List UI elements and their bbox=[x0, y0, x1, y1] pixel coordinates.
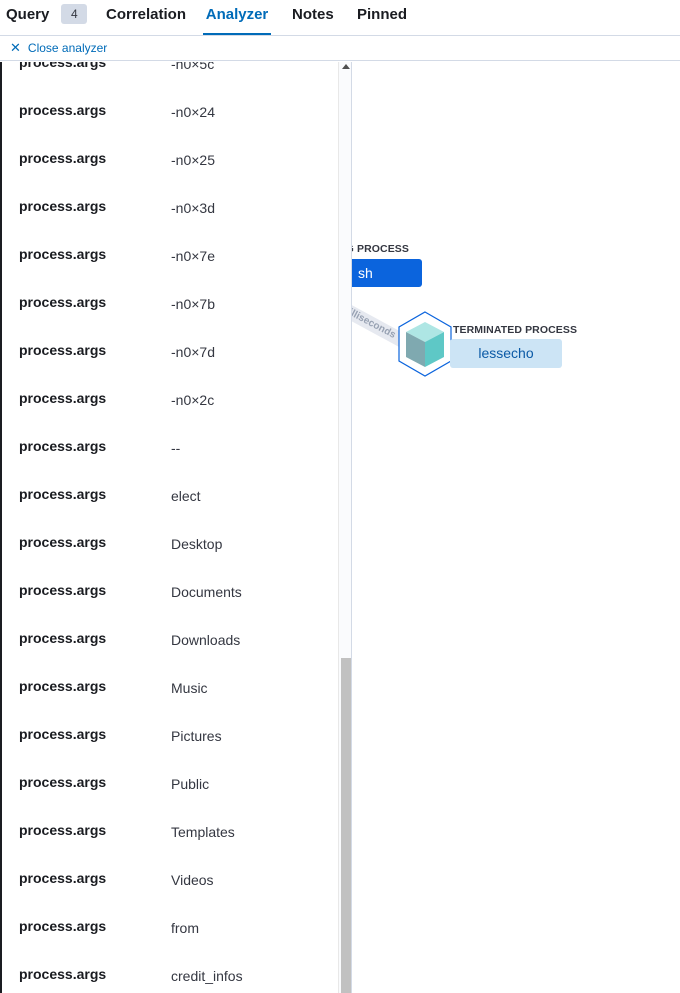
field-name: process.args bbox=[19, 630, 107, 646]
field-name: process.args bbox=[19, 678, 107, 694]
list-item: process.args Public bbox=[2, 774, 337, 822]
field-name: process.args bbox=[19, 582, 107, 598]
field-name: process.args bbox=[19, 918, 107, 934]
tab-correlation[interactable]: Correlation bbox=[106, 0, 186, 35]
field-value: Desktop bbox=[171, 536, 223, 552]
panel-scrollbar[interactable] bbox=[338, 62, 351, 993]
field-name: process.args bbox=[19, 870, 107, 886]
event-details-panel: process.args -n0×5c process.args -n0×24 proc… bbox=[2, 62, 352, 993]
list-item: process.args Videos bbox=[2, 870, 337, 918]
list-item: process.args Downloads bbox=[2, 630, 337, 678]
field-name: process.args bbox=[19, 294, 107, 310]
list-item: process.args -n0×2c bbox=[2, 390, 337, 438]
field-value: Templates bbox=[171, 824, 235, 840]
field-value: Music bbox=[171, 680, 208, 696]
field-name: process.args bbox=[19, 966, 107, 982]
field-name: process.args bbox=[19, 726, 107, 742]
field-value: -n0×7b bbox=[171, 296, 215, 312]
field-value: Documents bbox=[171, 584, 242, 600]
field-name: process.args bbox=[19, 390, 107, 406]
field-value: from bbox=[171, 920, 199, 936]
field-name: process.args bbox=[19, 438, 107, 454]
terminated-process-node-icon[interactable] bbox=[398, 311, 452, 377]
field-value: -n0×7e bbox=[171, 248, 215, 264]
list-item: process.args Templates bbox=[2, 822, 337, 870]
field-value: -- bbox=[171, 440, 181, 456]
list-item: process.args -n0×5c bbox=[2, 62, 337, 102]
list-item: process.args elect bbox=[2, 486, 337, 534]
list-item: process.args -n0×7b bbox=[2, 294, 337, 342]
field-name: process.args bbox=[19, 342, 107, 358]
list-item: process.args from bbox=[2, 918, 337, 966]
process-edge: illiseconds bbox=[342, 302, 452, 377]
edge-duration-label: illiseconds bbox=[347, 307, 398, 341]
list-item: process.args -n0×24 bbox=[2, 102, 337, 150]
list-item: process.args Music bbox=[2, 678, 337, 726]
field-name: process.args bbox=[19, 150, 107, 166]
field-name: process.args bbox=[19, 246, 107, 262]
analyzer-page: Query 4 Correlation Analyzer Notes Pinned… bbox=[0, 0, 680, 993]
tab-query[interactable]: Query 4 bbox=[6, 0, 88, 35]
list-item: process.args credit_infos bbox=[2, 966, 337, 993]
list-item: process.args -- bbox=[2, 438, 337, 486]
timeline-tabs: Query 4 Correlation Analyzer Notes Pinned bbox=[0, 0, 680, 36]
field-name: process.args bbox=[19, 486, 107, 502]
field-name: process.args bbox=[19, 62, 107, 70]
close-icon: ✕ bbox=[10, 40, 21, 55]
close-analyzer-bar: ✕ Close analyzer bbox=[0, 37, 680, 61]
list-item: process.args -n0×7e bbox=[2, 246, 337, 294]
terminated-process-button[interactable]: lessecho bbox=[450, 339, 562, 368]
terminated-process-label: TERMINATED PROCESS bbox=[453, 324, 578, 336]
tab-query-label: Query bbox=[6, 6, 50, 23]
field-value: -n0×24 bbox=[171, 104, 215, 120]
close-analyzer-label: Close analyzer bbox=[27, 41, 108, 55]
query-count-badge: 4 bbox=[61, 4, 88, 24]
list-item: process.args -n0×3d bbox=[2, 198, 337, 246]
field-value: -n0×5c bbox=[171, 62, 215, 72]
tab-notes[interactable]: Notes bbox=[292, 0, 334, 35]
list-item: process.args -n0×25 bbox=[2, 150, 337, 198]
field-value: elect bbox=[171, 488, 201, 504]
field-value: -n0×3d bbox=[171, 200, 215, 216]
field-value: Downloads bbox=[171, 632, 241, 648]
scroll-up-arrow-icon[interactable] bbox=[342, 64, 350, 69]
field-value: Videos bbox=[171, 872, 214, 888]
list-item: process.args -n0×7d bbox=[2, 342, 337, 390]
field-value: Pictures bbox=[171, 728, 222, 744]
field-value: -n0×2c bbox=[171, 392, 215, 408]
scroll-thumb[interactable] bbox=[341, 658, 351, 993]
field-value: -n0×25 bbox=[171, 152, 215, 168]
field-name: process.args bbox=[19, 102, 107, 118]
list-item: process.args Desktop bbox=[2, 534, 337, 582]
running-process-button[interactable]: sh bbox=[346, 259, 422, 287]
field-name: process.args bbox=[19, 198, 107, 214]
field-value: credit_infos bbox=[171, 968, 243, 984]
tab-analyzer[interactable]: Analyzer bbox=[203, 0, 271, 35]
field-name: process.args bbox=[19, 774, 107, 790]
list-item: process.args Documents bbox=[2, 582, 337, 630]
list-item: process.args Pictures bbox=[2, 726, 337, 774]
tab-pinned[interactable]: Pinned bbox=[357, 0, 407, 35]
field-name: process.args bbox=[19, 822, 107, 838]
resolver-graph[interactable]: illiseconds NG PROCESS sh TERMINATED PRO… bbox=[338, 62, 680, 993]
field-name: process.args bbox=[19, 534, 107, 550]
field-value: -n0×7d bbox=[171, 344, 215, 360]
field-value: Public bbox=[171, 776, 210, 792]
close-analyzer-button[interactable]: ✕ Close analyzer bbox=[10, 40, 107, 56]
